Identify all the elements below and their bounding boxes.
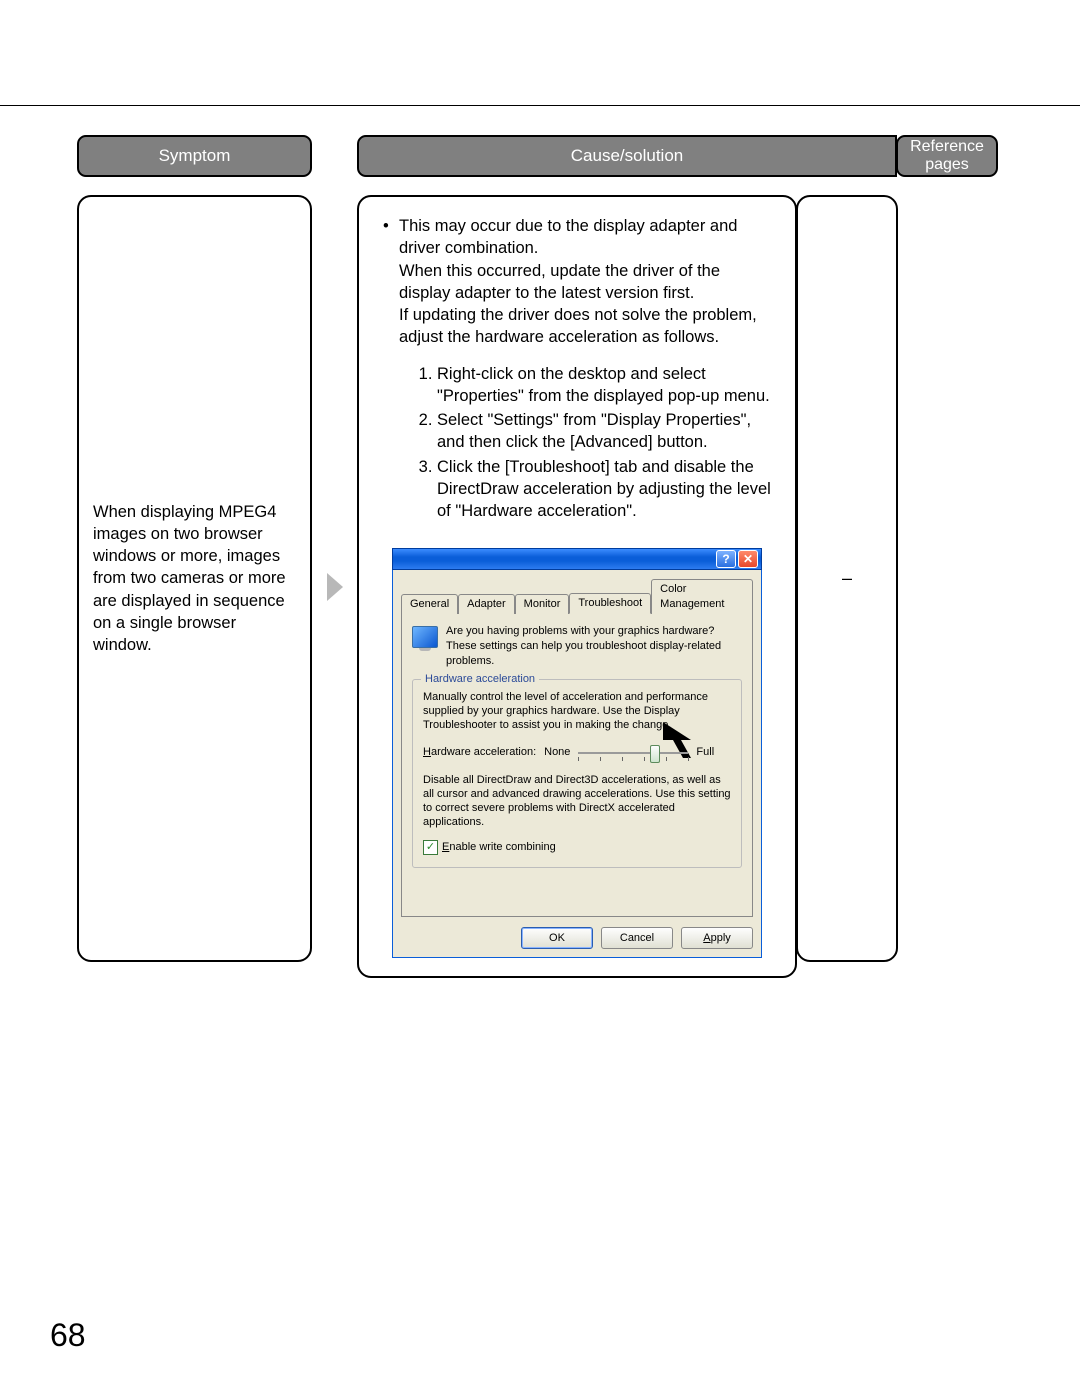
tab-troubleshoot[interactable]: Troubleshoot <box>569 593 651 614</box>
troubleshoot-intro-text: Are you having problems with your graphi… <box>446 624 742 669</box>
dialog-body: General Adapter Monitor Troubleshoot Col… <box>392 570 762 958</box>
step-3: Click the [Troubleshoot] tab and disable… <box>437 456 775 523</box>
header-cause: Cause/solution <box>357 135 897 177</box>
cause-bullet: This may occur due to the display adapte… <box>379 215 775 522</box>
cancel-button[interactable]: Cancel <box>601 927 673 949</box>
slider-setting-description: Disable all DirectDraw and Direct3D acce… <box>423 773 731 830</box>
arrow-right-icon <box>327 573 343 601</box>
dialog-titlebar: ? ✕ <box>392 548 762 570</box>
cause-line2: When this occurred, update the driver of… <box>399 262 720 302</box>
content-area: Symptom Cause/solution Reference pages W… <box>77 135 999 978</box>
hardware-acceleration-group: Hardware acceleration Manually control t… <box>412 679 742 868</box>
enable-write-combining-label: Enable write combining <box>442 840 556 855</box>
dialog-tabs: General Adapter Monitor Troubleshoot Col… <box>401 578 753 614</box>
cause-line3: If updating the driver does not solve th… <box>399 306 757 346</box>
table-header-row: Symptom Cause/solution Reference pages <box>77 135 999 177</box>
header-reference: Reference pages <box>896 135 998 177</box>
symptom-cell: When displaying MPEG4 images on two brow… <box>77 195 312 962</box>
slider-none-label: None <box>544 745 570 760</box>
tab-general[interactable]: General <box>401 594 458 614</box>
ok-button[interactable]: OK <box>521 927 593 949</box>
enable-write-combining-checkbox[interactable]: ✓ <box>423 840 438 855</box>
display-properties-dialog: ? ✕ General Adapter Monitor Troubleshoot… <box>392 548 762 958</box>
step-1: Right-click on the desktop and select "P… <box>437 363 775 408</box>
close-icon[interactable]: ✕ <box>738 550 758 568</box>
hw-accel-label: Hardware acceleration: <box>423 745 536 760</box>
help-icon[interactable]: ? <box>716 550 736 568</box>
dialog-button-row: OK Cancel Apply <box>401 927 753 949</box>
hw-accel-slider-row: Hardware acceleration: None <box>423 743 731 763</box>
tab-adapter[interactable]: Adapter <box>458 594 515 614</box>
cause-cell: This may occur due to the display adapte… <box>357 195 797 978</box>
page-header-rule <box>0 105 1080 106</box>
symptom-text: When displaying MPEG4 images on two brow… <box>93 501 296 657</box>
tab-color-management[interactable]: Color Management <box>651 579 753 614</box>
tab-monitor[interactable]: Monitor <box>515 594 570 614</box>
reference-value: – <box>842 566 852 590</box>
header-symptom: Symptom <box>77 135 312 177</box>
slider-thumb[interactable] <box>650 745 660 763</box>
hw-accel-slider[interactable] <box>578 743 688 763</box>
reference-cell: – <box>796 195 898 962</box>
cause-steps: Right-click on the desktop and select "P… <box>399 363 775 523</box>
document-page: Symptom Cause/solution Reference pages W… <box>0 0 1080 1399</box>
apply-button[interactable]: Apply <box>681 927 753 949</box>
cause-intro: This may occur due to the display adapte… <box>399 217 737 257</box>
step-2: Select "Settings" from "Display Properti… <box>437 409 775 454</box>
page-number: 68 <box>50 1317 86 1354</box>
enable-write-combining-row: ✓ Enable write combining <box>423 840 731 855</box>
table-row: When displaying MPEG4 images on two brow… <box>77 195 999 978</box>
monitor-icon <box>412 624 438 650</box>
group-legend: Hardware acceleration <box>421 672 539 687</box>
slider-full-label: Full <box>696 745 714 760</box>
tab-panel-troubleshoot: Are you having problems with your graphi… <box>401 614 753 917</box>
